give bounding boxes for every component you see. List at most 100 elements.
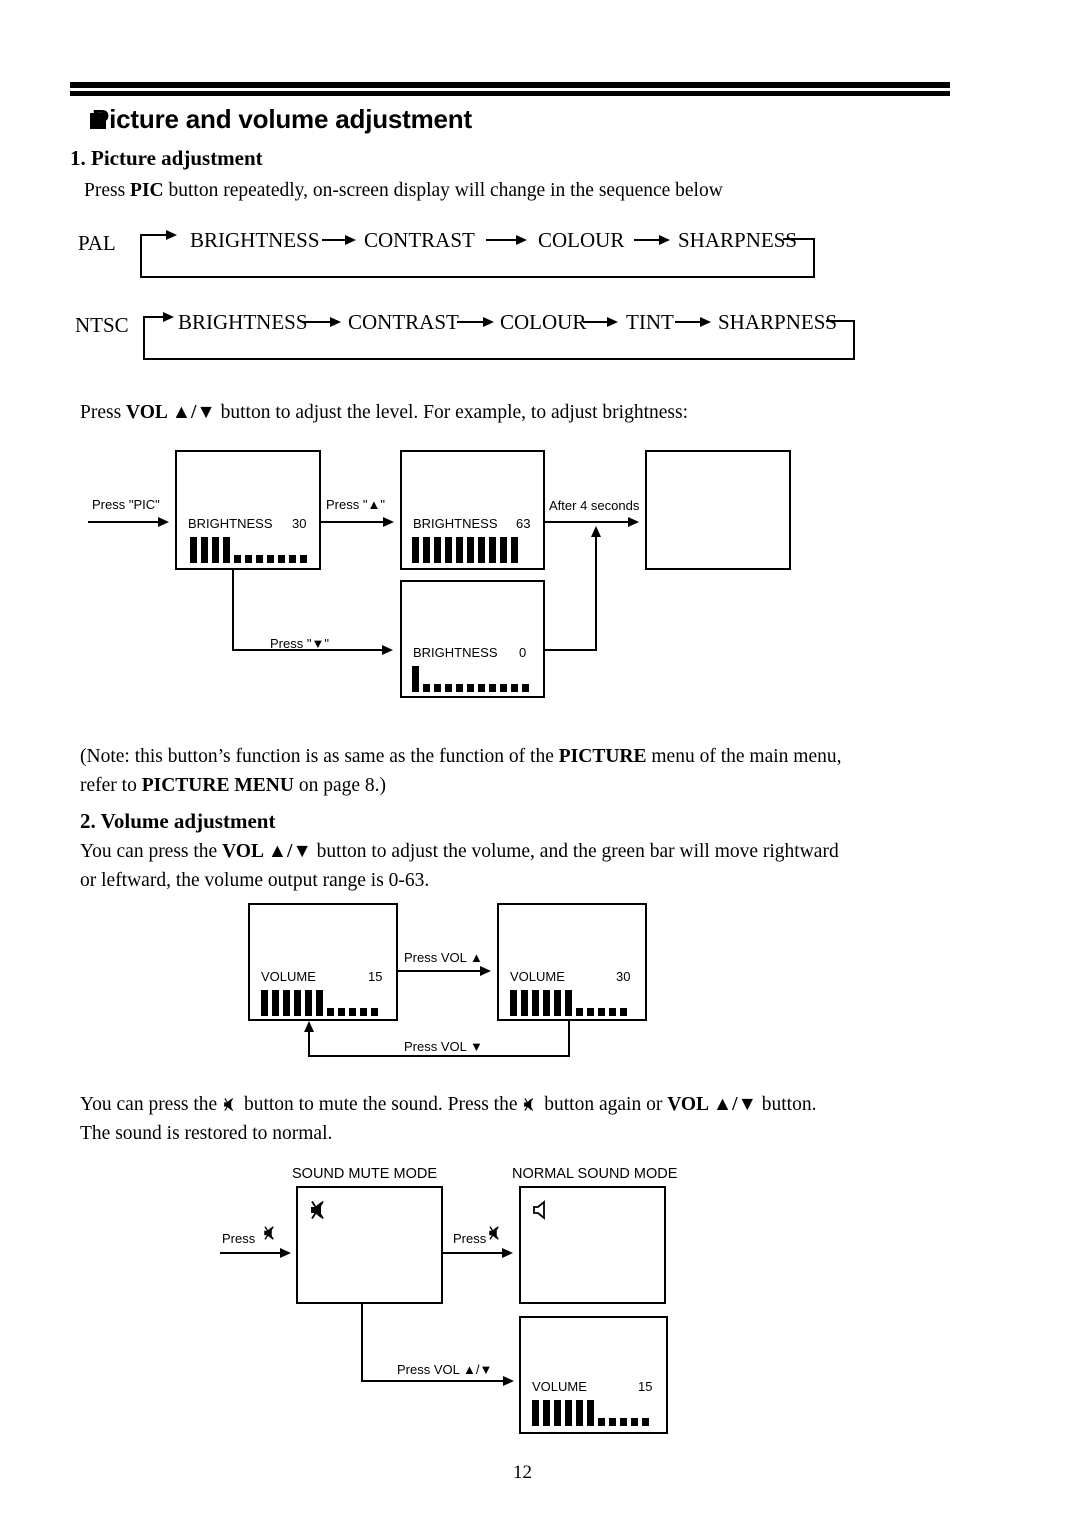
mute-speaker-icon-label-2 bbox=[489, 1226, 499, 1240]
osd-value-volume-15: 15 bbox=[368, 969, 383, 984]
caption-sound-mute-mode: SOUND MUTE MODE bbox=[292, 1166, 437, 1182]
arrow-line-after-4-seconds bbox=[545, 521, 633, 523]
osd-label-brightness-63: BRIGHTNESS bbox=[413, 516, 498, 531]
arrow-head-press-mute-1 bbox=[280, 1248, 291, 1258]
osd-label-volume-15: VOLUME bbox=[261, 969, 316, 984]
level-adjust-text: Press VOL ▲/▼ button to adjust the level… bbox=[80, 398, 688, 427]
pal-arrow-head-2 bbox=[659, 235, 670, 245]
vol-c: button to adjust the volume, and the gre… bbox=[311, 841, 839, 862]
page-title: Picture and volume adjustment bbox=[92, 104, 472, 134]
intro-post: button repeatedly, on-screen display wil… bbox=[163, 180, 723, 201]
osd-bargraph-brightness-30 bbox=[190, 535, 311, 563]
note-1a: (Note: this button’s function is as same… bbox=[80, 746, 559, 767]
arrow-line-press-vol-up bbox=[398, 970, 484, 972]
osd-label-brightness-0: BRIGHTNESS bbox=[413, 645, 498, 660]
osd-bargraph-volume-30 bbox=[510, 988, 631, 1016]
mute-vol-bold: VOL ▲/▼ bbox=[667, 1094, 757, 1115]
pal-entry-line bbox=[140, 234, 168, 236]
note-1c: menu of the main menu, bbox=[646, 746, 842, 767]
vol-return-left-vertical bbox=[308, 1030, 310, 1057]
arrow-head-press-vol-bottom bbox=[503, 1376, 514, 1386]
manual-page: Picture and volume adjustment 1. Picture… bbox=[0, 0, 1080, 1527]
picture-note-line-1: (Note: this button’s function is as same… bbox=[80, 742, 841, 771]
sequence-item-ntsc-4: SHARPNESS bbox=[718, 310, 838, 334]
note-2a: refer to bbox=[80, 775, 142, 796]
sequence-label-ntsc: NTSC bbox=[75, 313, 129, 337]
sequence-item-pal-1: CONTRAST bbox=[364, 228, 475, 252]
ntsc-arrow-line-3 bbox=[675, 321, 702, 323]
ntsc-entry-line bbox=[143, 316, 165, 318]
arrow-head-press-vol-up bbox=[480, 966, 491, 976]
pal-entry-arrowhead bbox=[166, 230, 177, 240]
vol-b-bold: VOL ▲/▼ bbox=[222, 841, 312, 862]
mute-speaker-icon bbox=[224, 1098, 234, 1111]
header-rule bbox=[70, 82, 950, 96]
pal-arrow-line-1 bbox=[486, 239, 518, 241]
arrow-label-press-vol-bottom: Press VOL ▲/▼ bbox=[397, 1362, 493, 1377]
ntsc-entry-arrowhead bbox=[163, 312, 174, 322]
volume-body-line-2: or leftward, the volume output range is … bbox=[80, 870, 430, 891]
pal-arrow-line-2 bbox=[634, 239, 661, 241]
sequence-item-pal-0: BRIGHTNESS bbox=[190, 228, 320, 252]
arrow-line-press-mute-1 bbox=[220, 1252, 282, 1254]
arrow-head-after-4-seconds bbox=[628, 517, 639, 527]
ntsc-arrow-head-3 bbox=[700, 317, 711, 327]
intro-pic-bold: PIC bbox=[130, 180, 164, 201]
arrow-label-press-vol-down: Press VOL ▼ bbox=[404, 1039, 483, 1054]
osd-value-brightness-30: 30 bbox=[292, 516, 307, 531]
pal-arrow-line-0 bbox=[322, 239, 347, 241]
ntsc-arrow-line-2 bbox=[583, 321, 609, 323]
arrow-label-press-vol-up: Press VOL ▲ bbox=[404, 950, 483, 965]
arrow-label-press-down: Press "▼" bbox=[270, 636, 329, 651]
down-branch-vertical bbox=[232, 570, 234, 651]
arrow-head-press-up bbox=[383, 517, 394, 527]
intro-pre: Press bbox=[84, 180, 131, 201]
vol-return-right-vertical bbox=[568, 1021, 570, 1057]
vol-return-horizontal bbox=[308, 1055, 570, 1057]
heading-volume-adjustment: 2. Volume adjustment bbox=[80, 809, 276, 833]
sequence-item-ntsc-1: CONTRAST bbox=[348, 310, 459, 334]
osd-bargraph-volume-15-bottom bbox=[532, 1398, 653, 1426]
mute-speaker-icon-label-1 bbox=[264, 1226, 274, 1240]
osd-value-brightness-63: 63 bbox=[516, 516, 531, 531]
arrow-head-press-down bbox=[382, 645, 393, 655]
pal-loop-left bbox=[140, 234, 142, 278]
arrow-label-press-mute-1: Press bbox=[222, 1231, 256, 1246]
return-path-horizontal bbox=[545, 649, 597, 651]
ntsc-arrow-head-2 bbox=[607, 317, 618, 327]
vol-a: You can press the bbox=[80, 841, 223, 862]
ntsc-loop-right bbox=[853, 320, 855, 360]
return-path-vertical bbox=[595, 534, 597, 650]
osd-bargraph-brightness-63 bbox=[412, 535, 522, 563]
level-vol-bold: VOL ▲/▼ bbox=[126, 402, 216, 423]
mute-c: button again or bbox=[539, 1094, 668, 1115]
ntsc-arrow-line-0 bbox=[302, 321, 332, 323]
pal-loop-bottom bbox=[140, 276, 815, 278]
osd-value-volume-30: 30 bbox=[616, 969, 631, 984]
ntsc-loop-left bbox=[143, 316, 145, 360]
arrow-head-press-mute-2 bbox=[502, 1248, 513, 1258]
note-1b-picture: PICTURE bbox=[558, 746, 647, 767]
arrow-line-press-pic bbox=[88, 521, 160, 523]
osd-bargraph-volume-15 bbox=[261, 988, 382, 1016]
pal-arrow-head-1 bbox=[516, 235, 527, 245]
osd-label-volume-30: VOLUME bbox=[510, 969, 565, 984]
arrow-label-press-up: Press "▲" bbox=[326, 497, 385, 512]
caption-normal-sound-mode: NORMAL SOUND MODE bbox=[512, 1166, 678, 1182]
arrow-label-after-4-seconds: After 4 seconds bbox=[549, 498, 640, 513]
ntsc-arrow-line-1 bbox=[457, 321, 485, 323]
ntsc-arrow-head-1 bbox=[483, 317, 494, 327]
mute-body-line-2: The sound is restored to normal. bbox=[80, 1123, 333, 1144]
note-2c: on page 8.) bbox=[293, 775, 386, 796]
mute-d: button. bbox=[756, 1094, 817, 1115]
note-2b-picture-menu: PICTURE MENU bbox=[141, 775, 294, 796]
sequence-item-ntsc-2: COLOUR bbox=[500, 310, 587, 334]
arrow-line-press-up bbox=[321, 521, 385, 523]
heading-picture-adjustment: 1. Picture adjustment bbox=[70, 146, 263, 170]
vol-return-arrowhead bbox=[304, 1021, 314, 1032]
pal-loop-right bbox=[813, 238, 815, 278]
mute-body-line-1: You can press the button to mute the sou… bbox=[80, 1090, 816, 1119]
arrow-label-press-pic: Press "PIC" bbox=[92, 497, 160, 512]
sequence-item-ntsc-3: TINT bbox=[626, 310, 674, 334]
mute-a: You can press the bbox=[80, 1094, 223, 1115]
